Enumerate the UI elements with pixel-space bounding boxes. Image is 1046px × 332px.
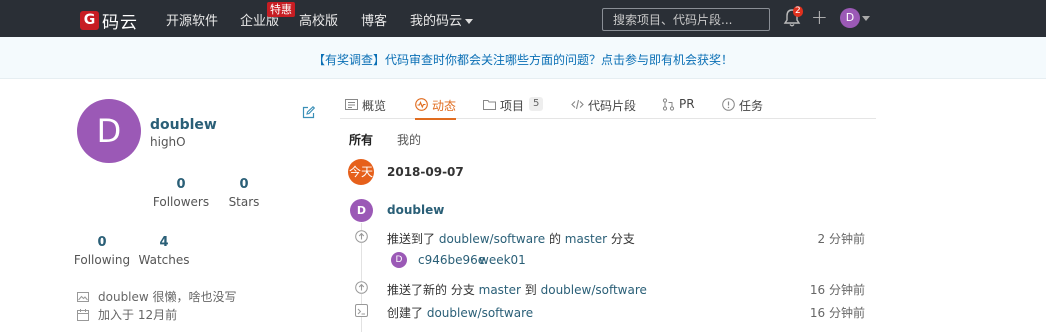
profile-avatar: D	[77, 99, 141, 163]
profile-joined-text: 加入于 12月前	[98, 308, 178, 322]
filter-mine[interactable]: 我的	[397, 131, 421, 148]
folder-icon	[483, 100, 496, 110]
profile-name[interactable]: doublew	[150, 117, 217, 133]
push-icon	[355, 281, 368, 294]
create-repo-icon	[355, 304, 368, 317]
event-user-name[interactable]: doublew	[387, 203, 444, 217]
tab-pull-requests-label: PR	[679, 97, 695, 111]
repo-link[interactable]: doublew/software	[439, 232, 545, 246]
edit-icon[interactable]	[302, 106, 315, 119]
event-text: 分支	[607, 232, 635, 246]
event-text: 推送到了	[387, 232, 439, 246]
tab-tasks[interactable]: 任务	[722, 97, 763, 119]
event-time: 2 分钟前	[817, 232, 865, 246]
event-push-new-branch: 推送了新的 分支 master 到 doublew/software	[387, 281, 647, 298]
nav-my-gitee-label: 我的码云	[410, 14, 463, 29]
event-time: 16 分钟前	[809, 306, 865, 320]
event-user-avatar[interactable]: D	[350, 199, 373, 222]
event-push-master: 推送到了 doublew/software 的 master 分支	[387, 230, 635, 247]
repo-link[interactable]: doublew/software	[427, 306, 533, 320]
overview-icon	[345, 99, 358, 110]
nav-open-source[interactable]: 开源软件	[166, 10, 218, 29]
tab-activity-label: 动态	[432, 99, 457, 113]
tab-activity[interactable]: 动态	[415, 97, 457, 120]
logo-text: 码云	[102, 13, 138, 33]
profile-tabs: 概览 动态 项目 5 代码片段 PR 任务	[340, 94, 876, 120]
timeline-date: 2018-09-07	[387, 165, 464, 179]
followers-count[interactable]: 0	[151, 177, 211, 192]
repo-link[interactable]: doublew/software	[541, 283, 647, 297]
stars-count[interactable]: 0	[214, 177, 274, 192]
following-count[interactable]: 0	[72, 235, 132, 250]
code-icon	[571, 99, 584, 110]
watches-count[interactable]: 4	[134, 235, 194, 250]
following-label: Following	[73, 253, 131, 267]
event-time: 16 分钟前	[809, 283, 865, 297]
profile-bio-text: doublew 很懒，啥也没写	[98, 290, 237, 304]
branch-link[interactable]: master	[479, 283, 521, 297]
projects-count-badge: 5	[529, 97, 544, 111]
activity-icon	[415, 98, 428, 111]
tab-projects[interactable]: 项目 5	[483, 97, 544, 119]
logo[interactable]: G 码云	[80, 8, 138, 33]
pull-request-icon	[662, 98, 675, 111]
chevron-down-icon[interactable]	[862, 16, 870, 21]
profile-bio: doublew 很懒，啥也没写	[77, 288, 237, 305]
tab-tasks-label: 任务	[739, 99, 764, 113]
watches-label: Watches	[138, 253, 190, 267]
survey-link[interactable]: 【有奖调查】代码审查时你都会关注哪些方面的问题？点击参与即有机会获奖！	[313, 51, 733, 68]
branch-link[interactable]: master	[565, 232, 607, 246]
event-text: 的	[545, 232, 565, 246]
issue-icon	[722, 98, 735, 111]
chevron-down-icon	[465, 19, 474, 24]
survey-banner: 【有奖调查】代码审查时你都会关注哪些方面的问题？点击参与即有机会获奖！	[0, 37, 1046, 79]
tab-pull-requests[interactable]: PR	[662, 97, 695, 119]
calendar-icon	[77, 308, 89, 321]
commit-author-avatar[interactable]: D	[391, 252, 407, 268]
commit-message[interactable]: week01	[479, 253, 526, 267]
push-icon	[355, 230, 368, 243]
stars-label: Stars	[228, 195, 260, 209]
filter-all[interactable]: 所有	[349, 131, 373, 148]
nav-blog[interactable]: 博客	[361, 10, 387, 29]
user-avatar-menu[interactable]: D	[840, 8, 860, 28]
tab-overview-label: 概览	[362, 99, 387, 113]
commit-hash-link[interactable]: c946be96e	[418, 253, 485, 267]
nav-my-gitee[interactable]: 我的码云	[410, 10, 474, 29]
image-icon	[77, 291, 89, 302]
profile-handle: highO	[150, 135, 186, 149]
event-text: 推送了新的 分支	[387, 283, 479, 297]
logo-mark: G	[80, 11, 99, 30]
event-text: 创建了	[387, 306, 427, 320]
event-text: 到	[520, 283, 541, 297]
followers-label: Followers	[152, 195, 210, 209]
plus-icon[interactable]: +	[811, 6, 828, 28]
profile-joined: 加入于 12月前	[77, 306, 177, 323]
event-create-repo: 创建了 doublew/software	[387, 304, 533, 321]
search-input[interactable]	[602, 8, 770, 31]
tab-snippets-label: 代码片段	[588, 99, 637, 113]
top-navbar: G 码云 开源软件 企业版 特惠 高校版 博客 我的码云 2 + D	[0, 0, 1046, 37]
nav-university[interactable]: 高校版	[299, 10, 338, 29]
tab-overview[interactable]: 概览	[345, 97, 386, 119]
special-offer-badge: 特惠	[267, 2, 295, 17]
notification-count-badge: 2	[793, 6, 803, 17]
tab-projects-label: 项目	[500, 99, 525, 113]
today-badge: 今天	[348, 159, 374, 185]
tab-snippets[interactable]: 代码片段	[571, 97, 636, 119]
